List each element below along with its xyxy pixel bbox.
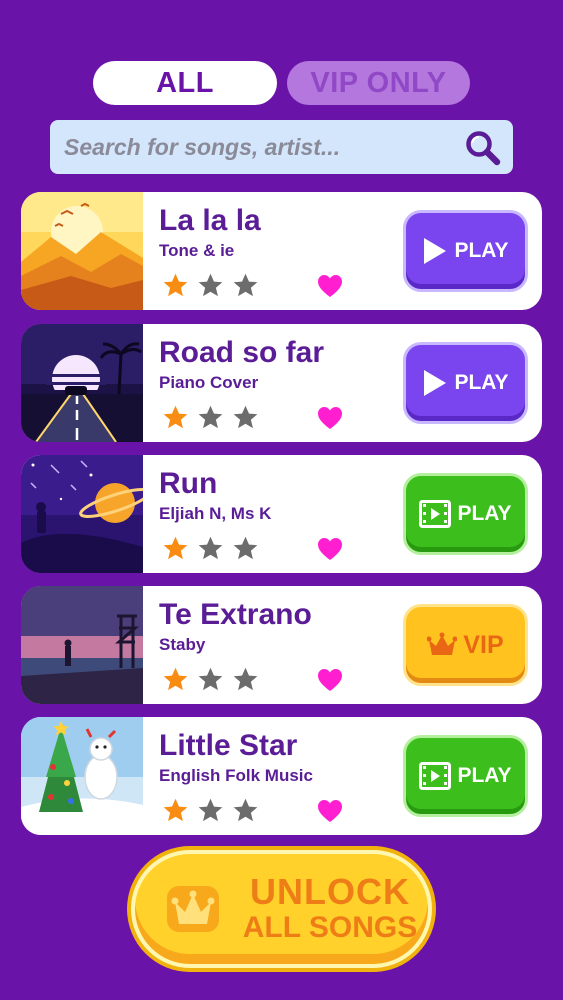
star-filled-icon: [163, 273, 188, 297]
song-title: Road so far: [159, 336, 325, 369]
star-empty-icon: [233, 667, 258, 691]
star-empty-icon: [198, 405, 223, 429]
song-artist: Piano Cover: [159, 373, 259, 392]
song-title: Run: [159, 467, 218, 500]
vip-button-label: VIP: [463, 630, 504, 659]
star-empty-icon: [198, 273, 223, 297]
star-filled-icon: [163, 536, 188, 560]
album-art: [21, 586, 143, 704]
album-art: [21, 324, 143, 442]
search-bar: [50, 120, 513, 174]
star-filled-icon: [163, 667, 188, 691]
tab-all[interactable]: ALL: [93, 61, 277, 105]
video-icon: [419, 762, 452, 790]
play-button[interactable]: PLAY: [403, 210, 528, 292]
star-rating: [162, 272, 259, 299]
song-artist: Tone & ie: [159, 241, 235, 260]
star-filled-icon: [163, 405, 188, 429]
album-art: [21, 192, 143, 310]
play-button-label: PLAY: [457, 502, 512, 525]
play-button-label: PLAY: [454, 239, 509, 262]
unlock-label-line1: UNLOCK: [250, 871, 410, 912]
heart-icon[interactable]: [317, 274, 343, 298]
song-title: Te Extrano: [159, 598, 312, 631]
star-rating: [162, 404, 259, 431]
star-empty-icon: [198, 798, 223, 822]
tab-vip-only[interactable]: VIP ONLY: [287, 61, 470, 105]
star-filled-icon: [163, 798, 188, 822]
heart-icon[interactable]: [317, 406, 343, 430]
tab-bar: ALL VIP ONLY: [93, 61, 470, 105]
video-icon: [419, 500, 452, 528]
crown-icon: [427, 632, 458, 655]
star-empty-icon: [233, 798, 258, 822]
crown-icon: [167, 886, 219, 932]
song-artist: Eljiah N, Ms K: [159, 504, 272, 523]
star-empty-icon: [233, 405, 258, 429]
song-title: Little Star: [159, 729, 298, 762]
heart-icon[interactable]: [317, 668, 343, 692]
song-card[interactable]: Te Extrano Staby VIP: [21, 586, 542, 704]
heart-icon[interactable]: [317, 799, 343, 823]
star-rating: [162, 535, 259, 562]
watch-video-play-button[interactable]: PLAY: [403, 473, 528, 555]
play-button-label: PLAY: [457, 764, 512, 787]
album-art: [21, 717, 143, 835]
heart-icon[interactable]: [317, 537, 343, 561]
star-empty-icon: [198, 536, 223, 560]
song-artist: English Folk Music: [159, 766, 313, 785]
play-button-label: PLAY: [454, 371, 509, 394]
vip-button[interactable]: VIP: [403, 604, 528, 686]
song-card[interactable]: Little Star English Folk Music PLAY: [21, 717, 542, 835]
play-icon: [424, 370, 447, 396]
search-icon[interactable]: [463, 128, 503, 168]
unlock-all-songs-button[interactable]: UNLOCK ALL SONGS: [131, 850, 432, 968]
star-rating: [162, 797, 259, 824]
search-input[interactable]: [64, 120, 454, 174]
star-empty-icon: [233, 536, 258, 560]
play-icon: [424, 238, 447, 264]
star-empty-icon: [233, 273, 258, 297]
album-art: [21, 455, 143, 573]
song-card[interactable]: La la la Tone & ie PLAY: [21, 192, 542, 310]
play-button[interactable]: PLAY: [403, 342, 528, 424]
song-title: La la la: [159, 204, 261, 237]
watch-video-play-button[interactable]: PLAY: [403, 735, 528, 817]
song-card[interactable]: Road so far Piano Cover PLAY: [21, 324, 542, 442]
star-empty-icon: [198, 667, 223, 691]
song-artist: Staby: [159, 635, 206, 654]
star-rating: [162, 666, 259, 693]
song-card[interactable]: Run Eljiah N, Ms K PLAY: [21, 455, 542, 573]
unlock-label-line2: ALL SONGS: [242, 911, 418, 944]
